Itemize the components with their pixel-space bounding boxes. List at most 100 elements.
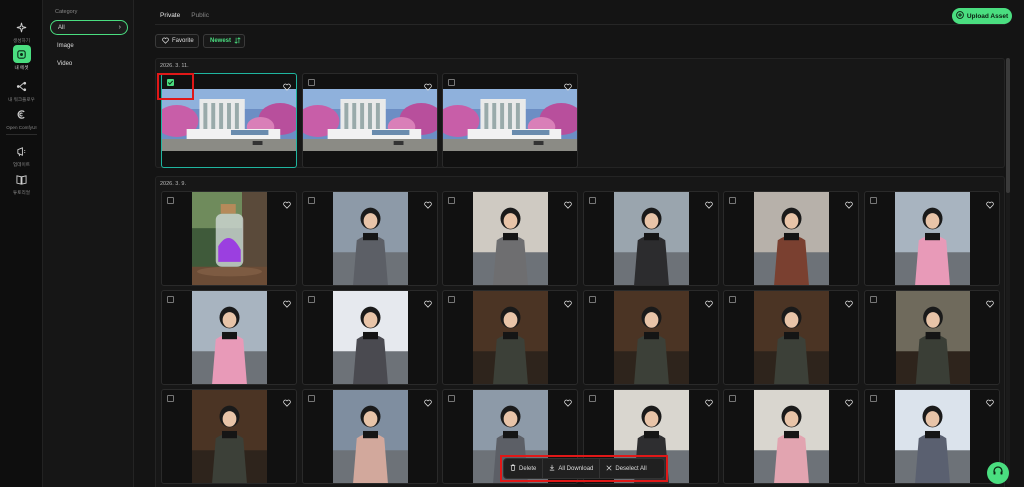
category-panel: Category All › Image Video (43, 0, 134, 487)
rail-label: 내 에셋 (14, 65, 29, 70)
rail-item-updates[interactable]: 업데이트 (0, 142, 43, 168)
asset-grid[interactable]: 2026. 3. 11. 2026. 3. 9. (155, 58, 1015, 487)
favorite-heart-icon[interactable] (985, 394, 994, 407)
select-checkbox[interactable] (729, 395, 736, 402)
asset-thumbnail (895, 291, 970, 384)
select-checkbox[interactable] (588, 395, 596, 402)
asset-card[interactable] (863, 290, 1000, 385)
select-checkbox[interactable] (167, 296, 174, 303)
rail-item-workflow[interactable]: 내 워크플로우 (0, 77, 43, 103)
asset-card[interactable] (723, 191, 859, 286)
favorite-heart-icon[interactable] (845, 295, 853, 308)
asset-card[interactable] (161, 191, 297, 286)
favorite-filter-button[interactable]: Favorite (155, 34, 199, 48)
help-button[interactable] (987, 462, 1009, 484)
comfyui-icon (13, 105, 31, 123)
category-item-all[interactable]: All › (50, 20, 128, 35)
date-group-label: 2026. 3. 9. (160, 181, 186, 187)
favorite-heart-icon[interactable] (564, 295, 572, 308)
delete-button[interactable]: Delete (504, 459, 544, 478)
favorite-heart-icon[interactable] (283, 295, 291, 308)
asset-card[interactable] (863, 191, 1000, 286)
asset-card[interactable] (442, 73, 578, 168)
asset-card[interactable] (161, 290, 297, 385)
asset-card[interactable] (161, 389, 297, 484)
asset-card[interactable] (301, 290, 438, 385)
rail-item-create[interactable]: 생성하기 (0, 18, 43, 44)
download-label: All Download (558, 465, 594, 472)
favorite-heart-icon[interactable] (704, 295, 713, 308)
select-checkbox[interactable] (448, 197, 455, 204)
favorite-heart-icon[interactable] (564, 78, 572, 91)
favorite-heart-icon[interactable] (283, 196, 291, 209)
favorite-heart-icon[interactable] (564, 394, 572, 407)
asset-card[interactable] (301, 389, 438, 484)
select-checkbox[interactable] (307, 395, 315, 402)
asset-card[interactable] (863, 389, 1000, 484)
rail-label: 업데이트 (13, 162, 30, 167)
category-item-image[interactable]: Image (50, 38, 128, 53)
workflow-icon (13, 77, 31, 95)
asset-thumbnail (473, 291, 548, 384)
asset-card[interactable] (582, 290, 719, 385)
rail-label: Open ComfyUI (6, 125, 37, 130)
category-label: Video (57, 60, 73, 67)
favorite-heart-icon[interactable] (564, 196, 572, 209)
favorite-heart-icon[interactable] (845, 196, 853, 209)
select-checkbox[interactable] (307, 197, 315, 204)
select-checkbox[interactable] (167, 395, 174, 402)
select-checkbox[interactable] (448, 296, 455, 303)
select-checkbox[interactable] (729, 197, 736, 204)
favorite-heart-icon[interactable] (985, 196, 994, 209)
select-checkbox[interactable] (448, 79, 455, 86)
favorite-heart-icon[interactable] (704, 394, 713, 407)
rail-item-my-assets[interactable]: 내 에셋 (0, 45, 43, 71)
asset-card[interactable] (301, 73, 438, 168)
asset-card[interactable] (582, 191, 719, 286)
select-checkbox[interactable] (588, 197, 596, 204)
asset-card[interactable] (723, 290, 859, 385)
asset-thumbnail (302, 89, 437, 151)
category-item-video[interactable]: Video (50, 56, 128, 71)
favorite-heart-icon[interactable] (985, 295, 994, 308)
asset-card[interactable] (301, 191, 438, 286)
asset-thumbnail (613, 291, 689, 384)
tab-private[interactable]: Private (155, 8, 187, 25)
tab-public[interactable]: Public (186, 8, 215, 25)
upload-asset-button[interactable]: Upload Asset (952, 8, 1012, 24)
favorite-label: Favorite (172, 38, 194, 44)
sort-newest-button[interactable]: Newest (203, 34, 245, 48)
select-checkbox[interactable] (307, 79, 315, 86)
all-download-button[interactable]: All Download (543, 459, 601, 478)
select-checkbox[interactable] (869, 197, 877, 204)
favorite-heart-icon[interactable] (423, 394, 432, 407)
asset-card[interactable] (442, 290, 578, 385)
rail-item-tutorial[interactable]: 튜토리얼 (0, 170, 43, 196)
favorite-heart-icon[interactable] (423, 295, 432, 308)
scrollbar-thumb[interactable] (1006, 58, 1010, 193)
rail-item-open-comfyui[interactable]: Open ComfyUI (0, 105, 43, 130)
scrollbar[interactable] (1006, 58, 1010, 484)
asset-card[interactable] (442, 191, 578, 286)
headset-icon (992, 464, 1004, 482)
favorite-heart-icon[interactable] (845, 394, 853, 407)
favorite-heart-icon[interactable] (704, 196, 713, 209)
favorite-heart-icon[interactable] (423, 196, 432, 209)
select-checkbox[interactable] (167, 79, 174, 86)
select-checkbox[interactable] (588, 296, 596, 303)
favorite-heart-icon[interactable] (283, 78, 291, 91)
select-checkbox[interactable] (869, 296, 877, 303)
asset-card[interactable] (723, 389, 859, 484)
asset-card[interactable] (161, 73, 297, 168)
favorite-heart-icon[interactable] (423, 78, 432, 91)
asset-thumbnail (754, 192, 829, 285)
asset-thumbnail (332, 291, 408, 384)
deselect-all-button[interactable]: Deselect All (600, 459, 652, 478)
select-checkbox[interactable] (307, 296, 315, 303)
select-checkbox[interactable] (869, 395, 877, 402)
select-checkbox[interactable] (729, 296, 736, 303)
select-checkbox[interactable] (448, 395, 455, 402)
favorite-heart-icon[interactable] (283, 394, 291, 407)
asset-thumbnail (894, 390, 970, 483)
select-checkbox[interactable] (167, 197, 174, 204)
